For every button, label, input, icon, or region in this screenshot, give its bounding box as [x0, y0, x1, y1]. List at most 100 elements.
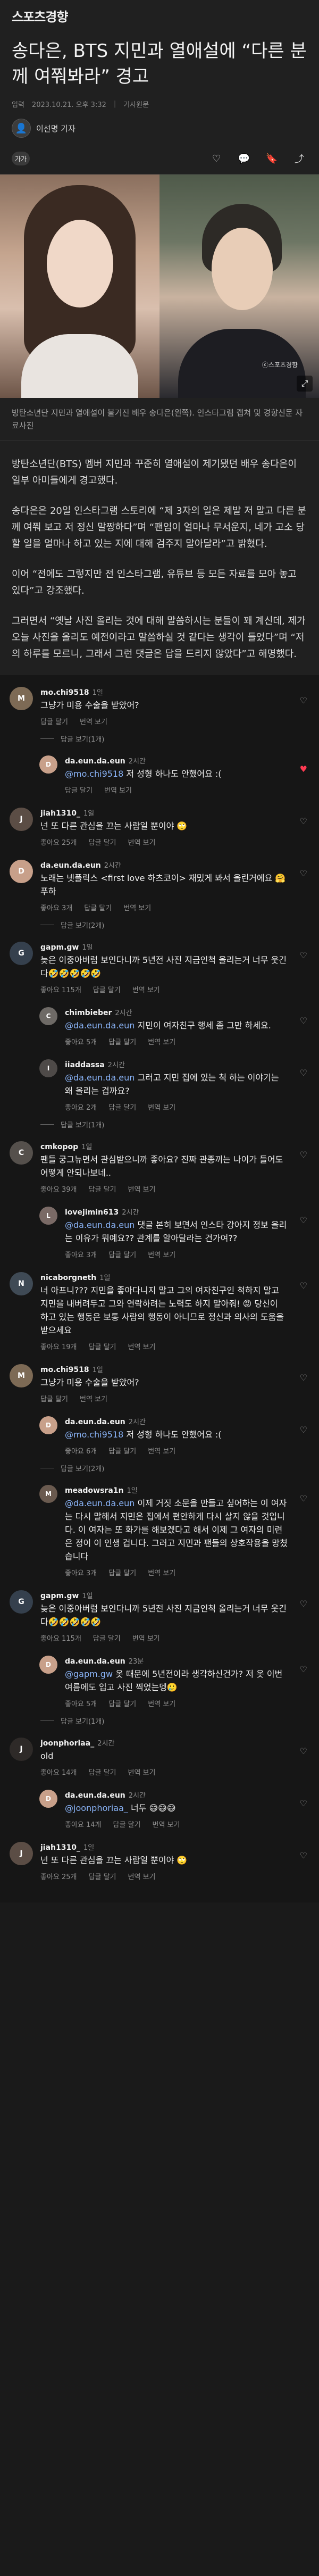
like-count[interactable]: 좋아요 14개 [65, 1819, 102, 1829]
like-count[interactable]: 좋아요 5개 [65, 1698, 97, 1708]
avatar[interactable]: M [10, 687, 33, 710]
avatar[interactable]: D [10, 860, 33, 883]
avatar[interactable]: G [10, 942, 33, 965]
mention-link[interactable]: @joonphoriaa_ [65, 1803, 128, 1813]
heart-icon[interactable]: ♡ [300, 816, 307, 826]
like-count[interactable]: 좋아요 6개 [65, 1445, 97, 1456]
see-translation-button[interactable]: 번역 보기 [128, 1871, 156, 1881]
reporter-row[interactable]: 👤 이선명 기자 [0, 113, 319, 143]
comment-username[interactable]: gapm.gw [40, 943, 79, 952]
heart-icon[interactable]: ♡ [300, 1215, 307, 1225]
share-icon[interactable]: ⤴ [291, 151, 307, 167]
comment-username[interactable]: chimbieber [65, 1009, 112, 1017]
reply-button[interactable]: 답글 달기 [93, 984, 121, 994]
heart-icon[interactable]: ♡ [300, 1798, 307, 1808]
see-translation-button[interactable]: 번역 보기 [148, 1567, 175, 1577]
heart-icon[interactable]: ♡ [300, 1599, 307, 1609]
like-count[interactable]: 좋아요 25개 [40, 837, 77, 847]
avatar[interactable]: I [39, 1059, 57, 1077]
view-replies-toggle[interactable]: 답글 보기(1개) [0, 732, 319, 748]
heart-icon[interactable]: ♡ [300, 1016, 307, 1026]
heart-icon[interactable]: ♡ [300, 1281, 307, 1291]
bookmark-icon[interactable]: 🔖 [264, 151, 280, 167]
reply-button[interactable]: 답글 달기 [108, 1102, 136, 1112]
avatar[interactable]: J [10, 808, 33, 831]
like-count[interactable]: 좋아요 19개 [40, 1341, 77, 1351]
like-count[interactable]: 좋아요 3개 [65, 1567, 97, 1577]
reply-button[interactable]: 답글 달기 [108, 1036, 136, 1046]
see-translation-button[interactable]: 번역 보기 [148, 1102, 175, 1112]
mention-link[interactable]: @mo.chi9518 [65, 769, 123, 779]
comment-username[interactable]: da.eun.da.eun [65, 757, 125, 766]
comment-username[interactable]: da.eun.da.eun [65, 1657, 125, 1666]
reply-button[interactable]: 답글 달기 [89, 1341, 116, 1351]
heart-icon[interactable]: ♡ [300, 1746, 307, 1756]
reply-button[interactable]: 답글 달기 [113, 1819, 141, 1829]
comment-username[interactable]: nicaborgneth [40, 1274, 96, 1282]
heart-icon[interactable]: ♡ [300, 1664, 307, 1674]
reply-button[interactable]: 답글 달기 [93, 1633, 121, 1643]
mention-link[interactable]: @da.eun.da.eun [65, 1020, 135, 1031]
comment-username[interactable]: mo.chi9518 [40, 688, 89, 697]
see-translation-button[interactable]: 번역 보기 [148, 1445, 175, 1456]
avatar[interactable]: D [39, 1416, 57, 1434]
see-translation-button[interactable]: 번역 보기 [148, 1249, 175, 1259]
like-count[interactable]: 좋아요 25개 [40, 1871, 77, 1881]
see-translation-button[interactable]: 번역 보기 [104, 785, 132, 795]
like-count[interactable]: 좋아요 3개 [65, 1249, 97, 1259]
expand-icon[interactable]: ⤢ [297, 376, 313, 392]
like-count[interactable]: 좋아요 2개 [65, 1102, 97, 1112]
mention-link[interactable]: @mo.chi9518 [65, 1430, 123, 1440]
comment-username[interactable]: meadowsra1n [65, 1486, 124, 1495]
avatar[interactable]: C [10, 1141, 33, 1165]
like-count[interactable]: 좋아요 115개 [40, 1633, 81, 1643]
comment-username[interactable]: gapm.gw [40, 1592, 79, 1600]
comment-username[interactable]: jiah1310_ [40, 809, 80, 818]
heart-icon[interactable]: ♡ [300, 1425, 307, 1435]
font-size-button[interactable]: 가가 [12, 152, 30, 165]
see-translation-button[interactable]: 번역 보기 [123, 902, 151, 912]
see-translation-button[interactable]: 번역 보기 [153, 1819, 180, 1829]
view-replies-toggle[interactable]: 답글 보기(1개) [0, 1117, 319, 1134]
reply-button[interactable]: 답글 달기 [108, 1567, 136, 1577]
see-translation-button[interactable]: 번역 보기 [132, 984, 160, 994]
like-count[interactable]: 좋아요 5개 [65, 1036, 97, 1046]
like-count[interactable]: 좋아요 14개 [40, 1767, 77, 1777]
view-replies-toggle[interactable]: 답글 보기(2개) [0, 918, 319, 934]
reply-button[interactable]: 답글 달기 [108, 1698, 136, 1708]
comment-username[interactable]: cmkopop [40, 1143, 78, 1151]
reply-button[interactable]: 답글 달기 [89, 1871, 116, 1881]
mention-link[interactable]: @da.eun.da.eun [65, 1220, 135, 1230]
see-translation-button[interactable]: 번역 보기 [132, 1633, 160, 1643]
avatar[interactable]: L [39, 1207, 57, 1225]
avatar[interactable]: C [39, 1007, 57, 1025]
reply-button[interactable]: 답글 달기 [108, 1445, 136, 1456]
mention-link[interactable]: @gapm.gw [65, 1669, 113, 1679]
avatar[interactable]: D [39, 1656, 57, 1674]
comment-username[interactable]: lovejimin613 [65, 1208, 119, 1217]
see-translation-button[interactable]: 번역 보기 [148, 1698, 175, 1708]
avatar[interactable]: G [10, 1590, 33, 1614]
comment-username[interactable]: mo.chi9518 [40, 1366, 89, 1374]
reply-button[interactable]: 답글 달기 [40, 1393, 68, 1403]
site-logo[interactable]: 스포츠경향 [12, 6, 68, 25]
heart-icon[interactable]: ♥ [300, 764, 307, 774]
reply-button[interactable]: 답글 달기 [89, 1767, 116, 1777]
reply-button[interactable]: 답글 달기 [65, 785, 93, 795]
comment-username[interactable]: iiaddassa [65, 1061, 105, 1069]
heart-icon[interactable]: ♡ [300, 695, 307, 705]
heart-icon[interactable]: ♡ [300, 950, 307, 960]
see-translation-button[interactable]: 번역 보기 [148, 1036, 175, 1046]
comment-username[interactable]: joonphoriaa_ [40, 1739, 94, 1748]
view-replies-toggle[interactable]: 답글 보기(1개) [0, 1714, 319, 1730]
reply-button[interactable]: 답글 달기 [89, 837, 116, 847]
reply-button[interactable]: 답글 달기 [40, 716, 68, 726]
avatar[interactable]: M [10, 1364, 33, 1387]
heart-icon[interactable]: ♡ [300, 1493, 307, 1503]
heart-icon[interactable]: ♡ [300, 1150, 307, 1160]
heart-icon[interactable]: ♡ [300, 868, 307, 878]
see-translation-button[interactable]: 번역 보기 [128, 1767, 156, 1777]
avatar[interactable]: D [39, 1790, 57, 1808]
comment-icon[interactable]: 💬 [236, 151, 252, 167]
see-translation-button[interactable]: 번역 보기 [80, 716, 107, 726]
